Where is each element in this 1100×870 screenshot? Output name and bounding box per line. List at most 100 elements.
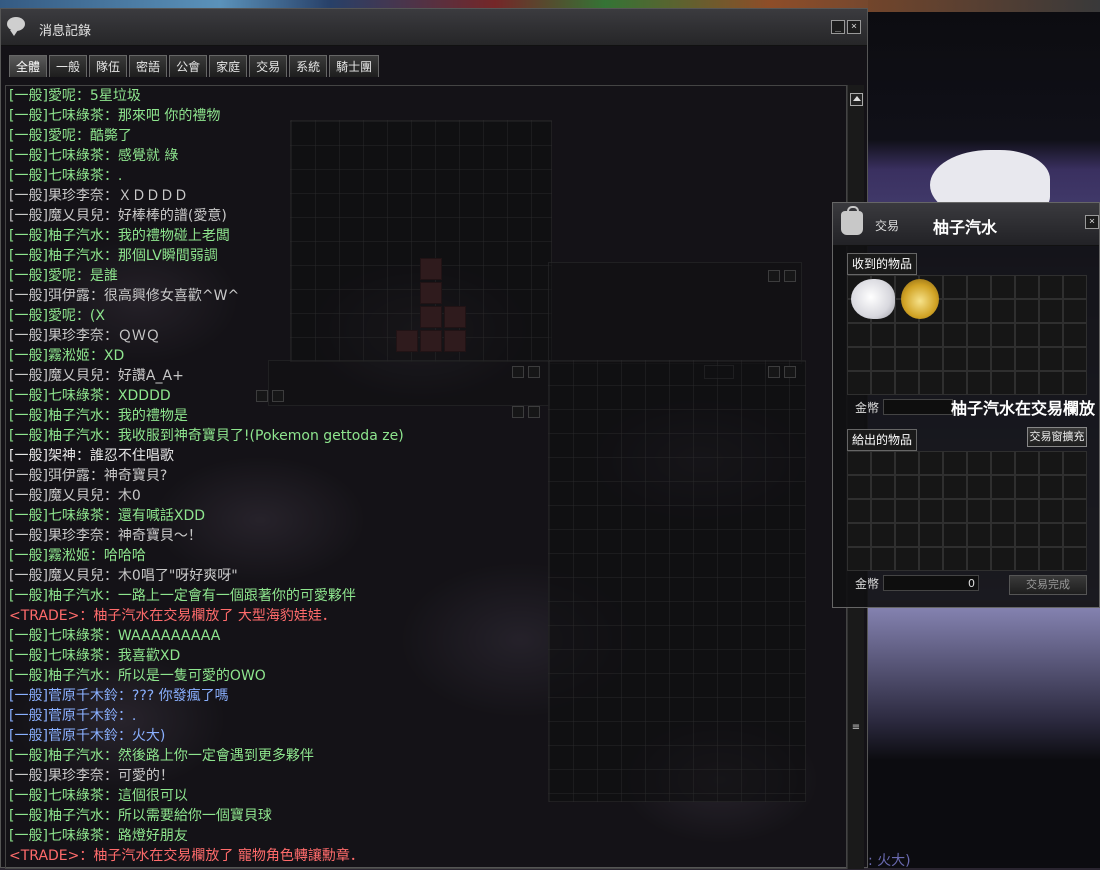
given-item-slot[interactable] (1063, 523, 1087, 547)
chat-message-sender[interactable]: 架神 (48, 448, 76, 464)
trade-header[interactable]: 交易 柚子汽水 × (833, 203, 1099, 246)
given-item-slot[interactable] (943, 451, 967, 475)
received-item-slot[interactable] (967, 299, 991, 323)
received-item-slot[interactable] (943, 323, 967, 347)
chat-message-sender[interactable]: 愛呢 (48, 268, 76, 284)
given-item-slot[interactable] (871, 451, 895, 475)
given-item-slot[interactable] (871, 547, 895, 571)
given-item-slot[interactable] (871, 475, 895, 499)
pet-transfer-medal-icon[interactable] (901, 279, 939, 319)
given-item-slot[interactable] (991, 475, 1015, 499)
given-item-slot[interactable] (1063, 547, 1087, 571)
received-item-slot[interactable] (967, 323, 991, 347)
given-item-slot[interactable] (919, 547, 943, 571)
received-item-slot[interactable] (871, 323, 895, 347)
received-item-slot[interactable] (895, 323, 919, 347)
given-item-slot[interactable] (967, 451, 991, 475)
chat-message-sender[interactable]: 魔乂貝兒 (48, 208, 104, 224)
chat-message-sender[interactable]: 果珍李奈 (48, 188, 104, 204)
chat-message-sender[interactable]: 菅原千木鈴 (48, 728, 118, 744)
tab-general[interactable]: 一般 (49, 55, 88, 77)
received-item-slot[interactable] (847, 323, 871, 347)
minimize-icon[interactable]: _ (831, 20, 845, 34)
received-item-slot[interactable] (1015, 347, 1039, 371)
given-item-slot[interactable] (871, 523, 895, 547)
chat-message-sender[interactable]: 愛呢 (48, 88, 76, 104)
received-item-slot[interactable] (919, 347, 943, 371)
given-item-slot[interactable] (991, 523, 1015, 547)
chat-message-sender[interactable]: 柚子汽水 (48, 668, 104, 684)
chat-message-sender[interactable]: 霧淞姬 (48, 348, 90, 364)
received-item-slot[interactable] (991, 299, 1015, 323)
chat-message-sender[interactable]: 菅原千木鈴 (48, 688, 118, 704)
chat-message-sender[interactable]: 七味綠茶 (48, 508, 104, 524)
chat-message-sender[interactable]: 愛呢 (48, 308, 76, 324)
chat-message-sender[interactable]: 七味綠茶 (48, 788, 104, 804)
tab-trade[interactable]: 交易 (249, 55, 288, 77)
chat-message-sender[interactable]: 柚子汽水 (48, 808, 104, 824)
received-item-slot[interactable] (1039, 323, 1063, 347)
chat-message-sender[interactable]: 柚子汽水 (48, 408, 104, 424)
received-item-slot[interactable] (1015, 323, 1039, 347)
given-money-input[interactable]: 0 (883, 575, 979, 591)
tab-family[interactable]: 家庭 (209, 55, 248, 77)
given-item-slot[interactable] (1015, 499, 1039, 523)
scroll-up-icon[interactable] (850, 93, 863, 106)
received-item-slot[interactable] (1063, 275, 1087, 299)
given-item-slot[interactable] (895, 475, 919, 499)
received-item-slot[interactable] (967, 371, 991, 395)
given-item-slot[interactable] (847, 547, 871, 571)
received-item-slot[interactable] (1063, 371, 1087, 395)
chat-message-sender[interactable]: 柚子汽水 (48, 748, 104, 764)
chat-message-sender[interactable]: 魔乂貝兒 (48, 568, 104, 584)
received-item-slot[interactable] (943, 347, 967, 371)
trade-complete-button[interactable]: 交易完成 (1009, 575, 1087, 595)
given-item-slot[interactable] (1015, 547, 1039, 571)
given-item-slot[interactable] (847, 451, 871, 475)
chat-message-sender[interactable]: 七味綠茶 (48, 148, 104, 164)
chat-message-sender[interactable]: 霧淞姬 (48, 548, 90, 564)
tab-all[interactable]: 全體 (9, 55, 48, 77)
received-item-slot[interactable] (895, 371, 919, 395)
given-item-slot[interactable] (895, 499, 919, 523)
given-item-slot[interactable] (1015, 451, 1039, 475)
received-item-slot[interactable] (1039, 371, 1063, 395)
close-icon[interactable]: × (847, 20, 861, 34)
given-item-slot[interactable] (919, 451, 943, 475)
given-item-slot[interactable] (1039, 523, 1063, 547)
chat-message-sender[interactable]: 柚子汽水 (48, 228, 104, 244)
received-item-slot[interactable] (943, 299, 967, 323)
tab-party[interactable]: 隊伍 (89, 55, 128, 77)
given-item-slot[interactable] (1063, 475, 1087, 499)
received-item-slot[interactable] (991, 323, 1015, 347)
received-item-slot[interactable] (1039, 275, 1063, 299)
chat-message-sender[interactable]: 七味綠茶 (48, 108, 104, 124)
chat-message-sender[interactable]: 果珍李奈 (48, 328, 104, 344)
given-item-slot[interactable] (847, 499, 871, 523)
given-item-slot[interactable] (967, 475, 991, 499)
chat-message-sender[interactable]: 柚子汽水 (48, 588, 104, 604)
given-item-slot[interactable] (847, 475, 871, 499)
trade-expand-button[interactable]: 交易窗擴充 (1027, 427, 1087, 447)
given-item-slot[interactable] (871, 499, 895, 523)
given-item-slot[interactable] (991, 499, 1015, 523)
chat-titlebar[interactable]: 消息記錄 _ × (1, 9, 867, 46)
received-item-slot[interactable] (991, 371, 1015, 395)
tab-whisper[interactable]: 密語 (129, 55, 168, 77)
received-item-slot[interactable] (943, 371, 967, 395)
given-item-slot[interactable] (1063, 499, 1087, 523)
tab-knights[interactable]: 騎士團 (329, 55, 380, 77)
received-item-slot[interactable] (1063, 323, 1087, 347)
given-item-slot[interactable] (967, 547, 991, 571)
received-item-slot[interactable] (1015, 299, 1039, 323)
received-item-slot[interactable] (991, 275, 1015, 299)
chat-message-sender[interactable]: 七味綠茶 (48, 388, 104, 404)
received-item-slot[interactable] (1015, 371, 1039, 395)
chat-message-sender[interactable]: 弭伊露 (48, 288, 90, 304)
received-item-slot[interactable] (847, 347, 871, 371)
given-item-slot[interactable] (1039, 475, 1063, 499)
received-item-slot[interactable] (847, 371, 871, 395)
given-item-slot[interactable] (895, 451, 919, 475)
received-item-slot[interactable] (967, 275, 991, 299)
given-item-slot[interactable] (895, 547, 919, 571)
